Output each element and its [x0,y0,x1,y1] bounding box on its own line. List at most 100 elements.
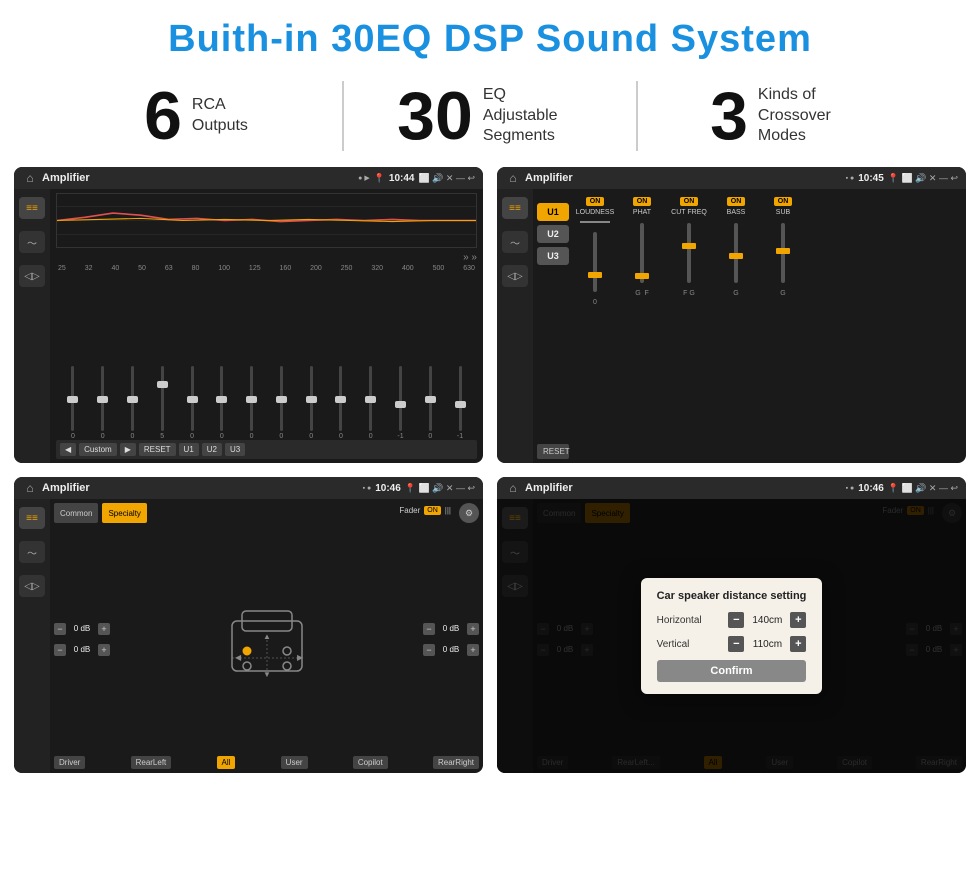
slider-thumb-7[interactable] [246,396,257,403]
common-tab[interactable]: Common [54,503,98,523]
slider-track-2[interactable] [101,366,104,431]
amp-main: U1 U2 U3 RESET ON LOUDNESS [533,189,966,463]
eq-main-content: » » 25 32 40 50 63 80 100 125 160 200 [50,189,483,463]
stat-eq-text: EQ AdjustableSegments [483,85,583,147]
slider-thumb-10[interactable] [335,396,346,403]
confirm-button[interactable]: Confirm [657,660,807,682]
bass-slider[interactable] [734,223,738,283]
slider-track-6[interactable] [220,366,223,431]
amp-reset-button[interactable]: RESET [537,444,569,459]
vol-plus-2[interactable]: + [98,644,110,656]
slider-thumb-2[interactable] [97,396,108,403]
car-diagram: ▲ ▼ ◀ ▶ [114,529,419,752]
slider-thumb-11[interactable] [365,396,376,403]
all-button[interactable]: All [217,756,236,769]
slider-thumb-14[interactable] [455,401,466,408]
slider-thumb-3[interactable] [127,396,138,403]
horizontal-plus-button[interactable]: + [790,612,806,628]
speaker-main: Common Specialty Fader ON ||| ⚙ [50,499,483,773]
phat-thumb[interactable] [635,273,649,279]
vol-plus-3[interactable]: + [467,623,479,635]
fader-on-badge: ON [424,506,441,515]
eq-u1-button[interactable]: U1 [179,443,199,456]
vol-minus-1[interactable]: − [54,623,66,635]
slider-thumb-8[interactable] [276,396,287,403]
horizontal-minus-button[interactable]: − [728,612,744,628]
slider-track-13[interactable] [429,366,432,431]
vertical-value: 110cm [748,639,786,650]
slider-thumb-1[interactable] [67,396,78,403]
spk-side-icon-2[interactable]: 〜 [19,541,45,563]
slider-thumb-4[interactable] [157,381,168,388]
settings-icon[interactable]: ⚙ [459,503,479,523]
stat-divider-2 [636,81,638,151]
sub-thumb[interactable] [776,248,790,254]
rearright-button[interactable]: RearRight [433,756,479,769]
slider-track-12[interactable] [399,366,402,431]
user-button[interactable]: User [281,756,308,769]
vol-minus-3[interactable]: − [423,623,435,635]
eq-next-button[interactable]: ▶ [120,443,136,456]
slider-thumb-9[interactable] [306,396,317,403]
cutfreq-slider[interactable] [687,223,691,283]
slider-track-14[interactable] [459,366,462,431]
amp-side-icon-1[interactable]: ≡≡ [502,197,528,219]
slider-track-1[interactable] [71,366,74,431]
spk-side-icon-1[interactable]: ≡≡ [19,507,45,529]
spkd-home-icon[interactable]: ⌂ [505,480,521,496]
freq-200: 200 [310,265,322,272]
ch-u1[interactable]: U1 [537,203,569,221]
spk-screen-body: ≡≡ 〜 ◁▷ Common Specialty Fader ON ||| [14,499,483,773]
phat-slider[interactable] [640,223,644,283]
slider-track-5[interactable] [191,366,194,431]
eq-side-icon-1[interactable]: ≡≡ [19,197,45,219]
vertical-plus-button[interactable]: + [790,636,806,652]
stat-eq-number: 30 [397,82,473,150]
bass-thumb[interactable] [729,253,743,259]
ch-u2[interactable]: U2 [537,225,569,243]
spk-side-icon-3[interactable]: ◁▷ [19,575,45,597]
eq-reset-button[interactable]: RESET [139,443,176,456]
vol-minus-4[interactable]: − [423,644,435,656]
rearleft-button[interactable]: RearLeft [131,756,172,769]
slider-thumb-6[interactable] [216,396,227,403]
eq-u2-button[interactable]: U2 [202,443,222,456]
amp-home-icon[interactable]: ⌂ [505,170,521,186]
slider-thumb-5[interactable] [187,396,198,403]
home-icon[interactable]: ⌂ [22,170,38,186]
eq-graph [56,193,477,248]
specialty-tab[interactable]: Specialty [102,503,146,523]
slider-thumb-13[interactable] [425,396,436,403]
slider-thumb-12[interactable] [395,401,406,408]
ch-u3[interactable]: U3 [537,247,569,265]
eq-prev-button[interactable]: ◀ [60,443,76,456]
eq-custom-button[interactable]: Custom [79,443,117,456]
vol-plus-1[interactable]: + [98,623,110,635]
copilot-button[interactable]: Copilot [353,756,388,769]
slider-track-7[interactable] [250,366,253,431]
slider-track-10[interactable] [339,366,342,431]
eq-side-icon-3[interactable]: ◁▷ [19,265,45,287]
slider-track-9[interactable] [310,366,313,431]
slider-track-11[interactable] [369,366,372,431]
loudness-slider[interactable] [593,232,597,292]
vol-plus-4[interactable]: + [467,644,479,656]
driver-button[interactable]: Driver [54,756,85,769]
slider-track-8[interactable] [280,366,283,431]
eq-u3-button[interactable]: U3 [225,443,245,456]
slider-track-3[interactable] [131,366,134,431]
cutfreq-thumb[interactable] [682,243,696,249]
amp-side-icon-2[interactable]: 〜 [502,231,528,253]
svg-text:◀: ◀ [235,653,242,662]
loudness-thumb[interactable] [588,272,602,278]
slider-track-4[interactable] [161,366,164,431]
amp-time: 10:45 [858,173,884,184]
amp-side-icon-3[interactable]: ◁▷ [502,265,528,287]
eq-side-icon-2[interactable]: 〜 [19,231,45,253]
slider-2: 0 [88,366,118,440]
vol-minus-2[interactable]: − [54,644,66,656]
vertical-minus-button[interactable]: − [728,636,744,652]
spk-home-icon[interactable]: ⌂ [22,480,38,496]
speaker-tab-row: Common Specialty Fader ON ||| ⚙ [54,503,479,523]
sub-slider[interactable] [781,223,785,283]
